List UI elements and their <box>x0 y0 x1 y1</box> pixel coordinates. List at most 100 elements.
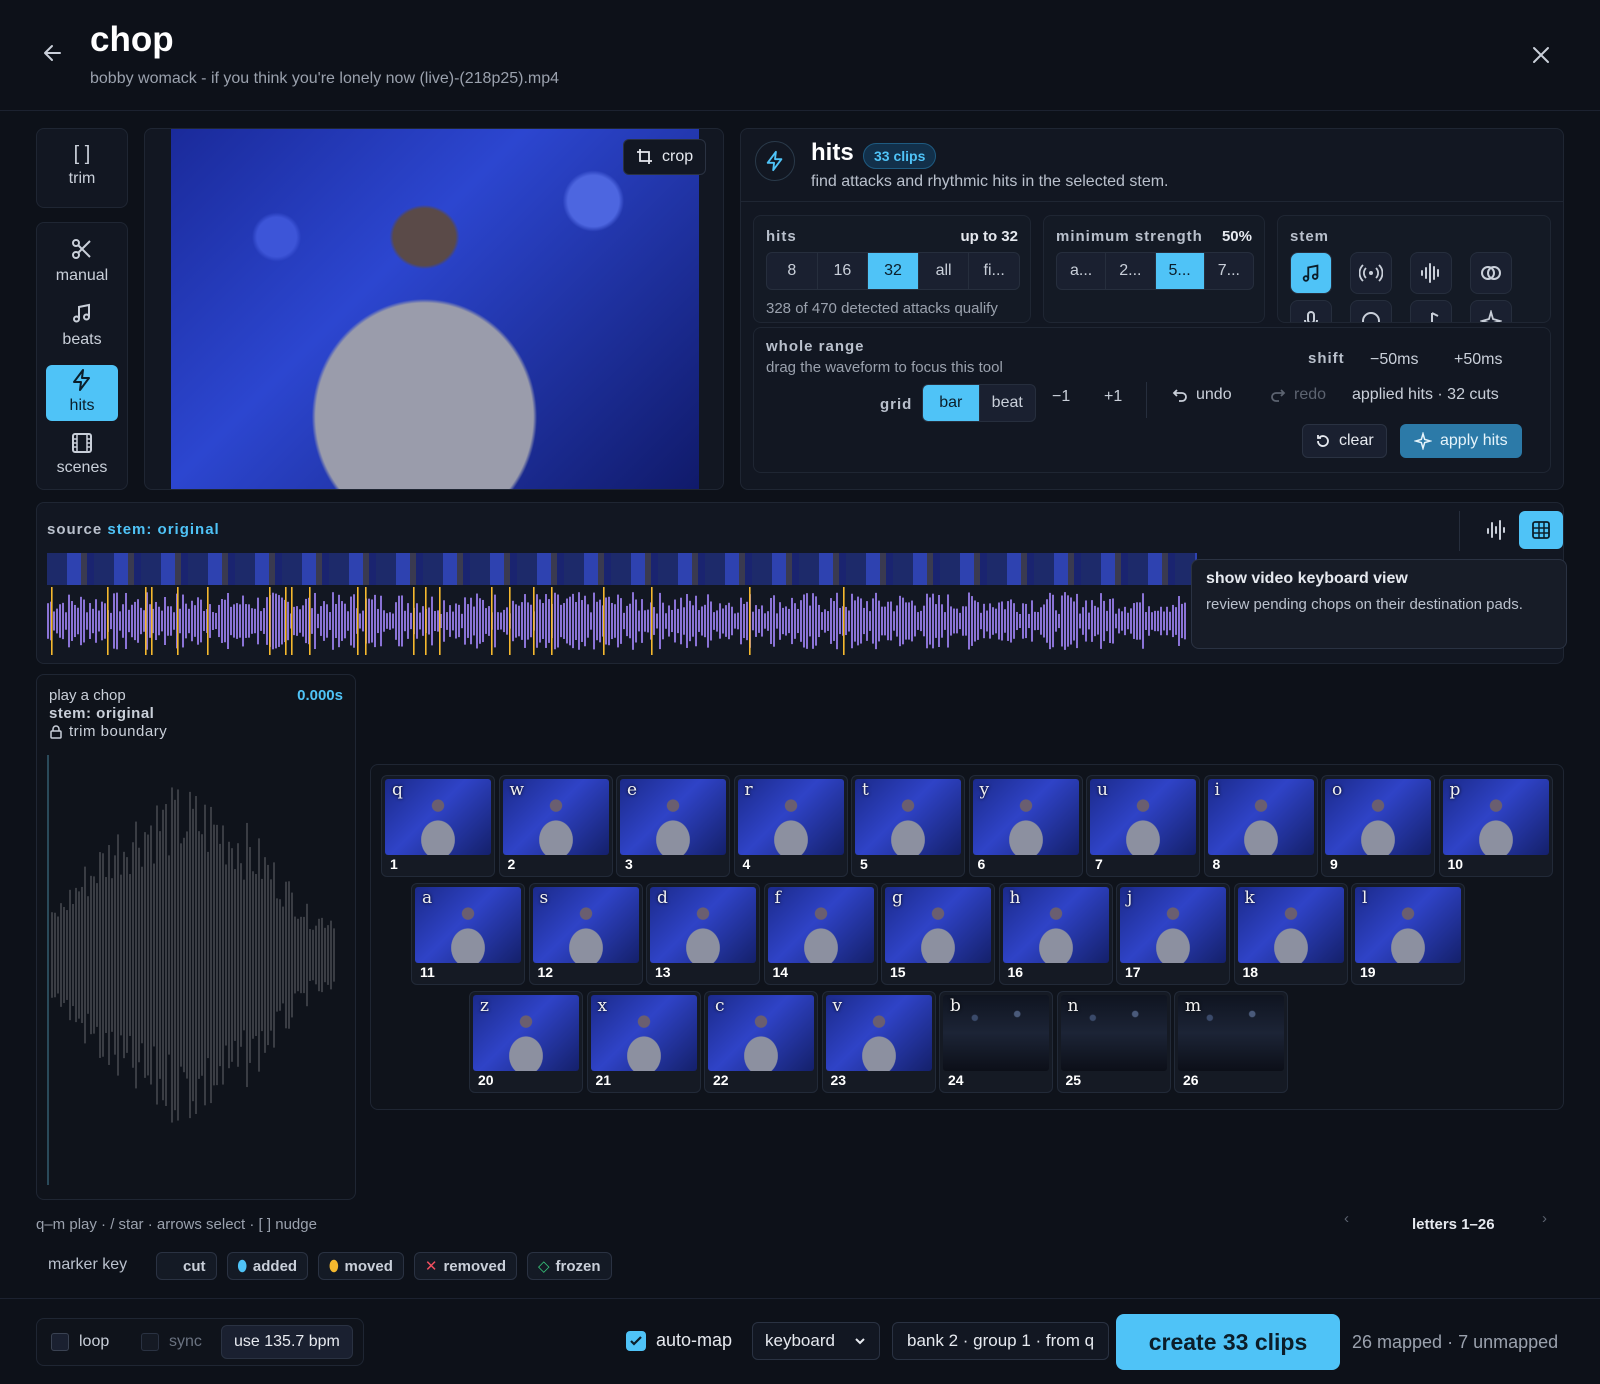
hits-option[interactable]: all <box>919 253 970 289</box>
strength-option[interactable]: 7... <box>1205 253 1253 289</box>
stem-waveform-button[interactable] <box>1410 252 1452 294</box>
source-waveform[interactable] <box>47 587 1197 655</box>
clear-button[interactable]: clear <box>1302 424 1387 458</box>
waveform-bar <box>101 601 103 641</box>
pad-c[interactable]: c 22 <box>704 991 818 1093</box>
pad-key-label: l <box>1362 888 1368 908</box>
hits-option[interactable]: 8 <box>767 253 818 289</box>
pad-d[interactable]: d 13 <box>646 883 760 985</box>
strength-option[interactable]: a... <box>1057 253 1107 289</box>
pad-u[interactable]: u7 <box>1086 775 1200 877</box>
stem-broadcast-button[interactable] <box>1350 252 1392 294</box>
mapping-mode-select[interactable]: keyboard <box>752 1322 880 1360</box>
waveform-bar <box>246 822 248 1088</box>
shift-plus-button[interactable]: +50ms <box>1448 344 1508 376</box>
pad-o[interactable]: o9 <box>1321 775 1435 877</box>
filmstrip[interactable] <box>47 553 1197 585</box>
waveform-view-button[interactable] <box>1475 511 1517 549</box>
pad-x[interactable]: x 21 <box>586 991 701 1093</box>
sync-checkbox[interactable]: sync <box>141 1333 202 1351</box>
redo-button[interactable]: redo <box>1270 386 1326 404</box>
shift-minus-button[interactable]: −50ms <box>1364 344 1424 376</box>
grid-plus-button[interactable]: +1 <box>1104 388 1122 406</box>
strength-option-selected[interactable]: 5... <box>1155 253 1205 289</box>
hits-option[interactable]: fi... <box>969 253 1019 289</box>
pad-key-label: h <box>1009 888 1021 908</box>
apply-hits-button[interactable]: apply hits <box>1400 424 1522 458</box>
automap-checkbox[interactable]: auto-map <box>626 1330 732 1351</box>
waveform-bar <box>1022 603 1024 639</box>
tool-hits[interactable]: hits <box>46 365 118 421</box>
tool-beats[interactable]: beats <box>37 295 127 355</box>
stem-note-button[interactable] <box>1410 300 1452 322</box>
pad-r[interactable]: r4 <box>733 775 848 877</box>
waveform-bar <box>608 596 610 646</box>
undo-button[interactable]: undo <box>1172 386 1232 404</box>
waveform-bar <box>122 604 124 638</box>
next-page-button[interactable]: › <box>1542 1210 1547 1227</box>
crop-button[interactable]: crop <box>623 139 707 175</box>
stem-circle-button[interactable] <box>1350 300 1392 322</box>
pad-j[interactable]: j 17 <box>1116 883 1230 985</box>
tool-scenes[interactable]: scenes <box>37 427 127 487</box>
hits-option[interactable]: 16 <box>818 253 869 289</box>
waveform-bar <box>75 887 77 1023</box>
grid-beat-option[interactable]: beat <box>980 385 1036 421</box>
pad-g[interactable]: g 15 <box>881 883 995 985</box>
keyboard-view-button[interactable] <box>1519 511 1563 549</box>
waveform-bar <box>944 612 946 630</box>
stem-music-button[interactable] <box>1290 252 1332 294</box>
stem-link-button[interactable] <box>1470 252 1512 294</box>
waveform-bar <box>665 613 667 629</box>
pad-l[interactable]: l 19 <box>1351 883 1465 985</box>
chop-waveform[interactable] <box>47 755 347 1185</box>
back-button[interactable] <box>38 38 68 73</box>
pad-b[interactable]: b 24 <box>939 991 1053 1093</box>
pad-p[interactable]: p 10 <box>1438 775 1553 877</box>
tool-trim[interactable]: [ ] trim <box>36 128 128 208</box>
pad-z[interactable]: z 20 <box>469 991 583 1093</box>
waveform-bar <box>173 612 175 630</box>
pad-w[interactable]: w2 <box>498 775 613 877</box>
waveform-bar <box>941 604 943 638</box>
loop-checkbox[interactable]: loop <box>51 1333 109 1351</box>
waveform-bar <box>350 596 352 646</box>
use-bpm-button[interactable]: use 135.7 bpm <box>221 1325 353 1359</box>
waveform-bar <box>896 605 898 637</box>
pad-i[interactable]: i8 <box>1203 775 1318 877</box>
waveform-bar <box>1184 602 1186 640</box>
waveform-bar <box>599 599 601 643</box>
pad-q[interactable]: q1 <box>381 775 495 877</box>
grid-bar-option[interactable]: bar <box>923 385 980 421</box>
pad-key-label: s <box>539 888 549 908</box>
pad-a[interactable]: a 11 <box>411 883 525 985</box>
hits-option-selected[interactable]: 32 <box>868 253 919 289</box>
waveform-bar <box>1085 600 1087 642</box>
stem-sparkle-button[interactable] <box>1470 300 1512 322</box>
waveform-bar <box>470 597 472 645</box>
pad-s[interactable]: s 12 <box>528 883 643 985</box>
pad-h[interactable]: h 16 <box>998 883 1113 985</box>
waveform-bar <box>773 595 775 647</box>
pad-v[interactable]: v 23 <box>821 991 936 1093</box>
pad-f[interactable]: f 14 <box>763 883 878 985</box>
waveform-bar <box>716 610 718 632</box>
close-button[interactable] <box>1528 42 1554 73</box>
pad-t[interactable]: t5 <box>851 775 965 877</box>
grid-minus-button[interactable]: −1 <box>1052 388 1070 406</box>
pad-k[interactable]: k 18 <box>1233 883 1348 985</box>
waveform-bar <box>1172 604 1174 638</box>
tool-manual[interactable]: manual <box>37 231 127 291</box>
prev-page-button[interactable]: ‹ <box>1344 1210 1349 1227</box>
pad-m[interactable]: m 26 <box>1174 991 1288 1093</box>
strength-option[interactable]: 2... <box>1106 253 1156 289</box>
pad-e[interactable]: e3 <box>616 775 730 877</box>
video-frame[interactable] <box>171 129 699 489</box>
stem-mic-button[interactable] <box>1290 300 1332 322</box>
trim-boundary[interactable]: trim boundary <box>49 723 167 740</box>
bank-selector[interactable]: bank 2 · group 1 · from q <box>892 1322 1110 1360</box>
waveform-bar <box>461 613 463 629</box>
pad-n[interactable]: n 25 <box>1056 991 1171 1093</box>
pad-y[interactable]: y6 <box>968 775 1083 877</box>
create-clips-button[interactable]: create 33 clips <box>1116 1314 1340 1370</box>
